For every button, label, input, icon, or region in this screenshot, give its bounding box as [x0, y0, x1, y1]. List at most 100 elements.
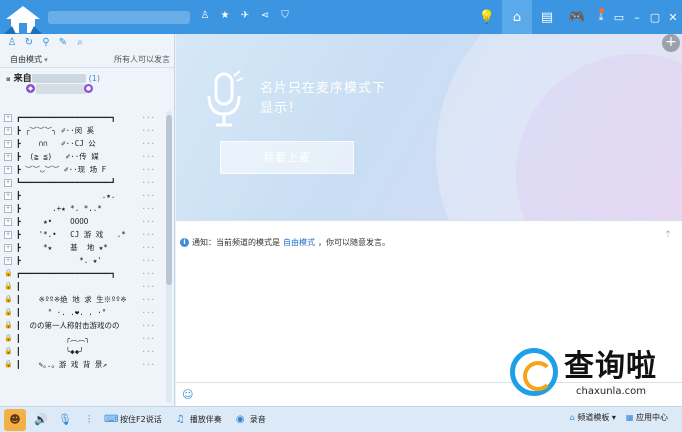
- sub-channel-row[interactable]: 🔒 ┃ のの第一人称射击游戏のの ···: [0, 319, 165, 332]
- sub-channel-row[interactable]: + ┣ .+★ *. *..* ···: [0, 202, 165, 215]
- expand-icon[interactable]: +: [4, 191, 12, 200]
- message-input[interactable]: [202, 386, 512, 404]
- user-count-icon[interactable]: ♙: [198, 9, 212, 23]
- member-icon[interactable]: ♙: [6, 37, 18, 49]
- lock-icon[interactable]: 🔒: [4, 295, 13, 304]
- emoji-icon[interactable]: ☺: [182, 388, 196, 402]
- channel-template-button[interactable]: ⌂ 频道模板 ▾: [570, 412, 616, 423]
- location-icon[interactable]: ⚲: [40, 37, 52, 49]
- sub-channel-row[interactable]: + ┣ *. ★' ···: [0, 254, 165, 267]
- play-music-button[interactable]: ♫ 播放伴奏: [174, 413, 222, 426]
- sub-channel-row[interactable]: 🔒 ┃ ╭︵︵╮ ···: [0, 332, 165, 345]
- lock-icon[interactable]: 🔒: [4, 360, 13, 369]
- sub-channel-row[interactable]: 🔒 ┃ ※ºº※绝 地 求 生※ºº※ ···: [0, 293, 165, 306]
- join-mic-button[interactable]: 我要上麦: [220, 141, 354, 174]
- share-icon[interactable]: ⋖: [258, 9, 272, 23]
- sub-channel-row[interactable]: 🔒 ┃ ···: [0, 280, 165, 293]
- sub-channel-row[interactable]: + ┣ (≧ ≦) ✐··传 媒 ···: [0, 150, 165, 163]
- more-icon[interactable]: ···: [141, 165, 165, 174]
- airplane-icon[interactable]: ✈: [238, 9, 252, 23]
- sub-channel-row[interactable]: + ┣ '*.• CJ 游 戏 .* ···: [0, 228, 165, 241]
- lock-icon[interactable]: 🔒: [4, 321, 13, 330]
- expand-icon[interactable]: +: [4, 152, 12, 161]
- game-button[interactable]: 🎮: [562, 0, 592, 34]
- sub-channel-row[interactable]: + ┗━━━━━━━━━━━━━━━━━━━━┛ ···: [0, 176, 165, 189]
- download-button[interactable]: ⤓: [592, 0, 610, 34]
- close-button[interactable]: ✕: [664, 0, 682, 34]
- sub-channel-row[interactable]: 🔒 ┃ ° ·. .❤. . ·° ···: [0, 306, 165, 319]
- scroll-top-icon[interactable]: ⇡: [662, 229, 674, 241]
- collapse-icon[interactable]: ▪: [6, 75, 11, 83]
- more-icon[interactable]: ···: [141, 360, 165, 369]
- more-icon[interactable]: ···: [141, 308, 165, 317]
- more-icon[interactable]: ···: [141, 243, 165, 252]
- speaker-button[interactable]: 🔊: [32, 411, 50, 429]
- list-button[interactable]: ▤: [532, 0, 562, 34]
- expand-icon[interactable]: +: [4, 217, 12, 226]
- sub-channel-row[interactable]: 🔒 ┏━━━━━━━━━━━━━━━━━━━━┓ ···: [0, 267, 165, 280]
- refresh-icon[interactable]: ↻: [23, 37, 35, 49]
- skin-button[interactable]: ▭: [610, 0, 628, 34]
- sub-channel-row[interactable]: + ┣ ︶︶◡︶︶ ✐··现 场 F ···: [0, 163, 165, 176]
- more-icon[interactable]: ···: [141, 256, 165, 265]
- info-icon: i: [180, 238, 189, 247]
- channel-root[interactable]: ▪ 来自 (1) ◆ ●: [0, 68, 174, 96]
- push-to-talk-button[interactable]: ⌨ 按住F2说话: [104, 413, 162, 426]
- equalizer-button[interactable]: ⫶: [80, 411, 98, 429]
- equalizer-icon: ⫶: [87, 412, 91, 426]
- sub-channel-row[interactable]: + ┣ ╭︶︶︶╮ ✐··闵 奚 ···: [0, 124, 165, 137]
- sub-channel-row[interactable]: 🔒 ┃ ╰◆◆╯ ···: [0, 345, 165, 358]
- lock-icon[interactable]: 🔒: [4, 308, 13, 317]
- avatar[interactable]: ☻: [4, 408, 26, 431]
- expand-icon[interactable]: +: [4, 204, 12, 213]
- lock-icon[interactable]: 🔒: [4, 269, 13, 278]
- more-icon[interactable]: ···: [141, 152, 165, 161]
- lock-icon[interactable]: 🔒: [4, 334, 13, 343]
- channel-scrollbar[interactable]: [166, 111, 172, 403]
- more-icon[interactable]: ···: [141, 269, 165, 278]
- minimize-button[interactable]: –: [628, 0, 646, 34]
- more-icon[interactable]: ···: [141, 139, 165, 148]
- more-icon[interactable]: ···: [141, 178, 165, 187]
- more-icon[interactable]: ···: [141, 334, 165, 343]
- lock-icon[interactable]: 🔒: [4, 347, 13, 356]
- more-icon[interactable]: ···: [141, 321, 165, 330]
- expand-icon[interactable]: +: [4, 256, 12, 265]
- more-icon[interactable]: ···: [141, 217, 165, 226]
- expand-icon[interactable]: +: [4, 230, 12, 239]
- maximize-button[interactable]: ▢: [646, 0, 664, 34]
- expand-icon[interactable]: +: [4, 243, 12, 252]
- more-icon[interactable]: ···: [141, 191, 165, 200]
- shield-icon[interactable]: ⛉: [278, 9, 292, 23]
- bulb-button[interactable]: 💡: [472, 0, 502, 34]
- expand-icon[interactable]: +: [4, 165, 12, 174]
- edit-icon[interactable]: ✎: [57, 37, 69, 49]
- search-icon[interactable]: ⌕: [74, 37, 86, 49]
- expand-icon[interactable]: +: [4, 139, 12, 148]
- sub-channel-row[interactable]: + ┣ ★• OOOO ···: [0, 215, 165, 228]
- expand-icon[interactable]: +: [4, 113, 12, 122]
- add-icon[interactable]: +: [662, 34, 680, 52]
- home-button[interactable]: ⌂: [502, 0, 532, 34]
- sub-channel-row[interactable]: 🔒 ┃ ✎｡.。游 戏 背 景↗ ···: [0, 358, 165, 371]
- expand-icon[interactable]: +: [4, 178, 12, 187]
- more-icon[interactable]: ···: [141, 282, 165, 291]
- app-center-button[interactable]: ▦ 应用中心: [626, 412, 668, 423]
- more-icon[interactable]: ···: [141, 204, 165, 213]
- record-button[interactable]: ◉ 录音: [234, 413, 266, 426]
- expand-icon[interactable]: +: [4, 126, 12, 135]
- scroll-thumb[interactable]: [166, 115, 172, 285]
- more-icon[interactable]: ···: [141, 295, 165, 304]
- microphone-button[interactable]: 🎙: [56, 411, 74, 429]
- sub-channel-row[interactable]: + ┣ ∩∩ ✐··CJ 公 ···: [0, 137, 165, 150]
- sub-channel-row[interactable]: + ┣ *★ 基 地 ★* ···: [0, 241, 165, 254]
- sub-channel-row[interactable]: + ┏━━━━━━━━━━━━━━━━━━━━┓ ···: [0, 111, 165, 124]
- more-icon[interactable]: ···: [141, 126, 165, 135]
- more-icon[interactable]: ···: [141, 347, 165, 356]
- sub-channel-row[interactable]: + ┣ .★. ···: [0, 189, 165, 202]
- more-icon[interactable]: ···: [141, 230, 165, 239]
- lock-icon[interactable]: 🔒: [4, 282, 13, 291]
- more-icon[interactable]: ···: [141, 113, 165, 122]
- mode-select[interactable]: 自由模式: [10, 54, 48, 65]
- favorite-star-icon[interactable]: ★: [218, 9, 232, 23]
